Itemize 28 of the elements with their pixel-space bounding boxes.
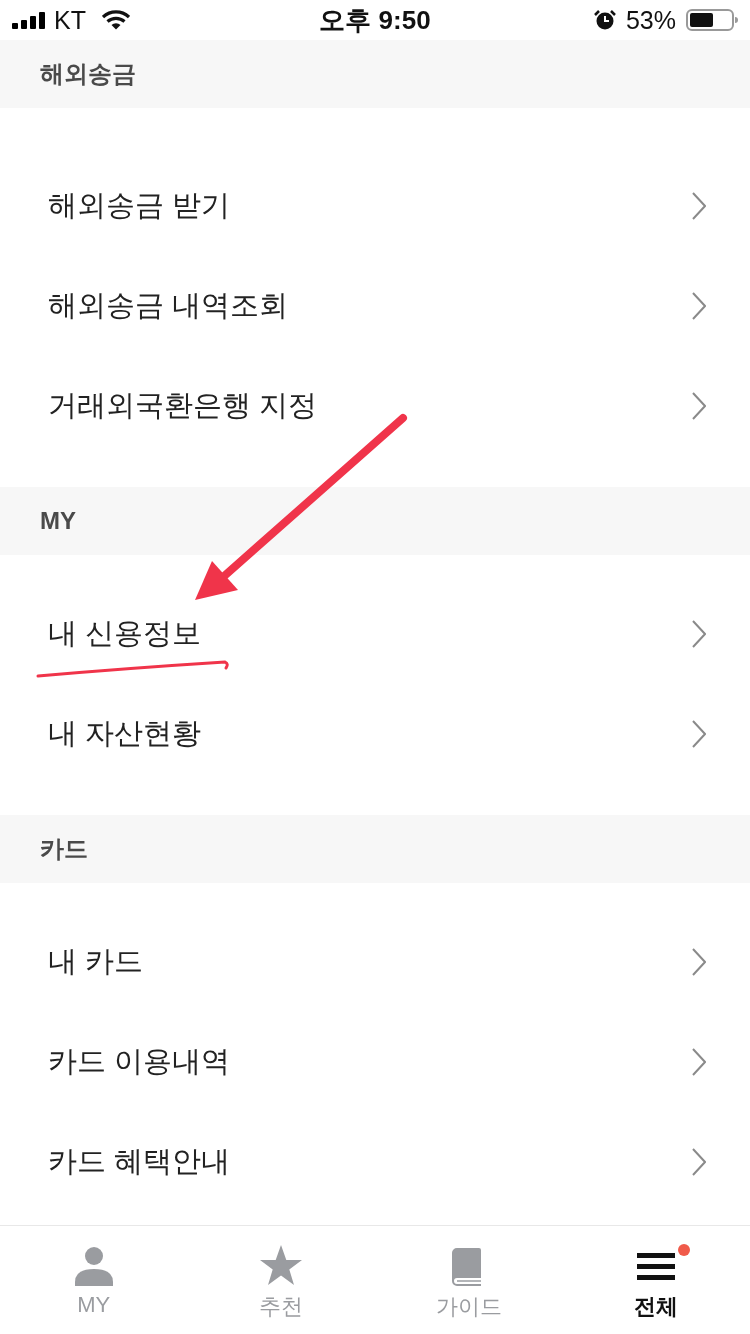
chevron-right-icon <box>692 620 706 648</box>
menu-item[interactable]: 카드 이용내역 <box>0 1012 750 1112</box>
chevron-right-icon <box>692 192 706 220</box>
alarm-clock-icon <box>593 9 616 31</box>
star-icon <box>259 1244 304 1288</box>
chevron-right-icon <box>692 1048 706 1076</box>
menu-item[interactable]: 카드 혜택안내 <box>0 1112 750 1212</box>
section-header: 카드 <box>0 815 750 883</box>
menu-item[interactable]: 내 자산현황 <box>0 684 750 784</box>
menu-item[interactable]: 내 신용정보 <box>0 584 750 684</box>
section-header: MY <box>0 487 750 555</box>
chevron-right-icon <box>692 948 706 976</box>
chevron-right-icon <box>692 292 706 320</box>
battery-icon <box>686 9 738 31</box>
menu-item[interactable]: 해외송금 받기 <box>0 156 750 256</box>
chevron-right-icon <box>692 720 706 748</box>
menu-item[interactable]: 거래외국환은행 지정 <box>0 356 750 456</box>
section-header: 해외송금 <box>0 40 750 108</box>
tab[interactable]: 전체 <box>562 1226 750 1334</box>
chevron-right-icon <box>692 392 706 420</box>
status-time: 오후 9:50 <box>319 3 431 37</box>
chevron-right-icon <box>692 1148 706 1176</box>
battery-percent: 53% <box>625 5 676 35</box>
menu-item[interactable]: 내 카드 <box>0 912 750 1012</box>
wifi-icon <box>101 10 130 30</box>
signal-icon <box>12 11 46 29</box>
menu-item[interactable]: 해외송금 내역조회 <box>0 256 750 356</box>
carrier-name: KT <box>54 5 86 35</box>
